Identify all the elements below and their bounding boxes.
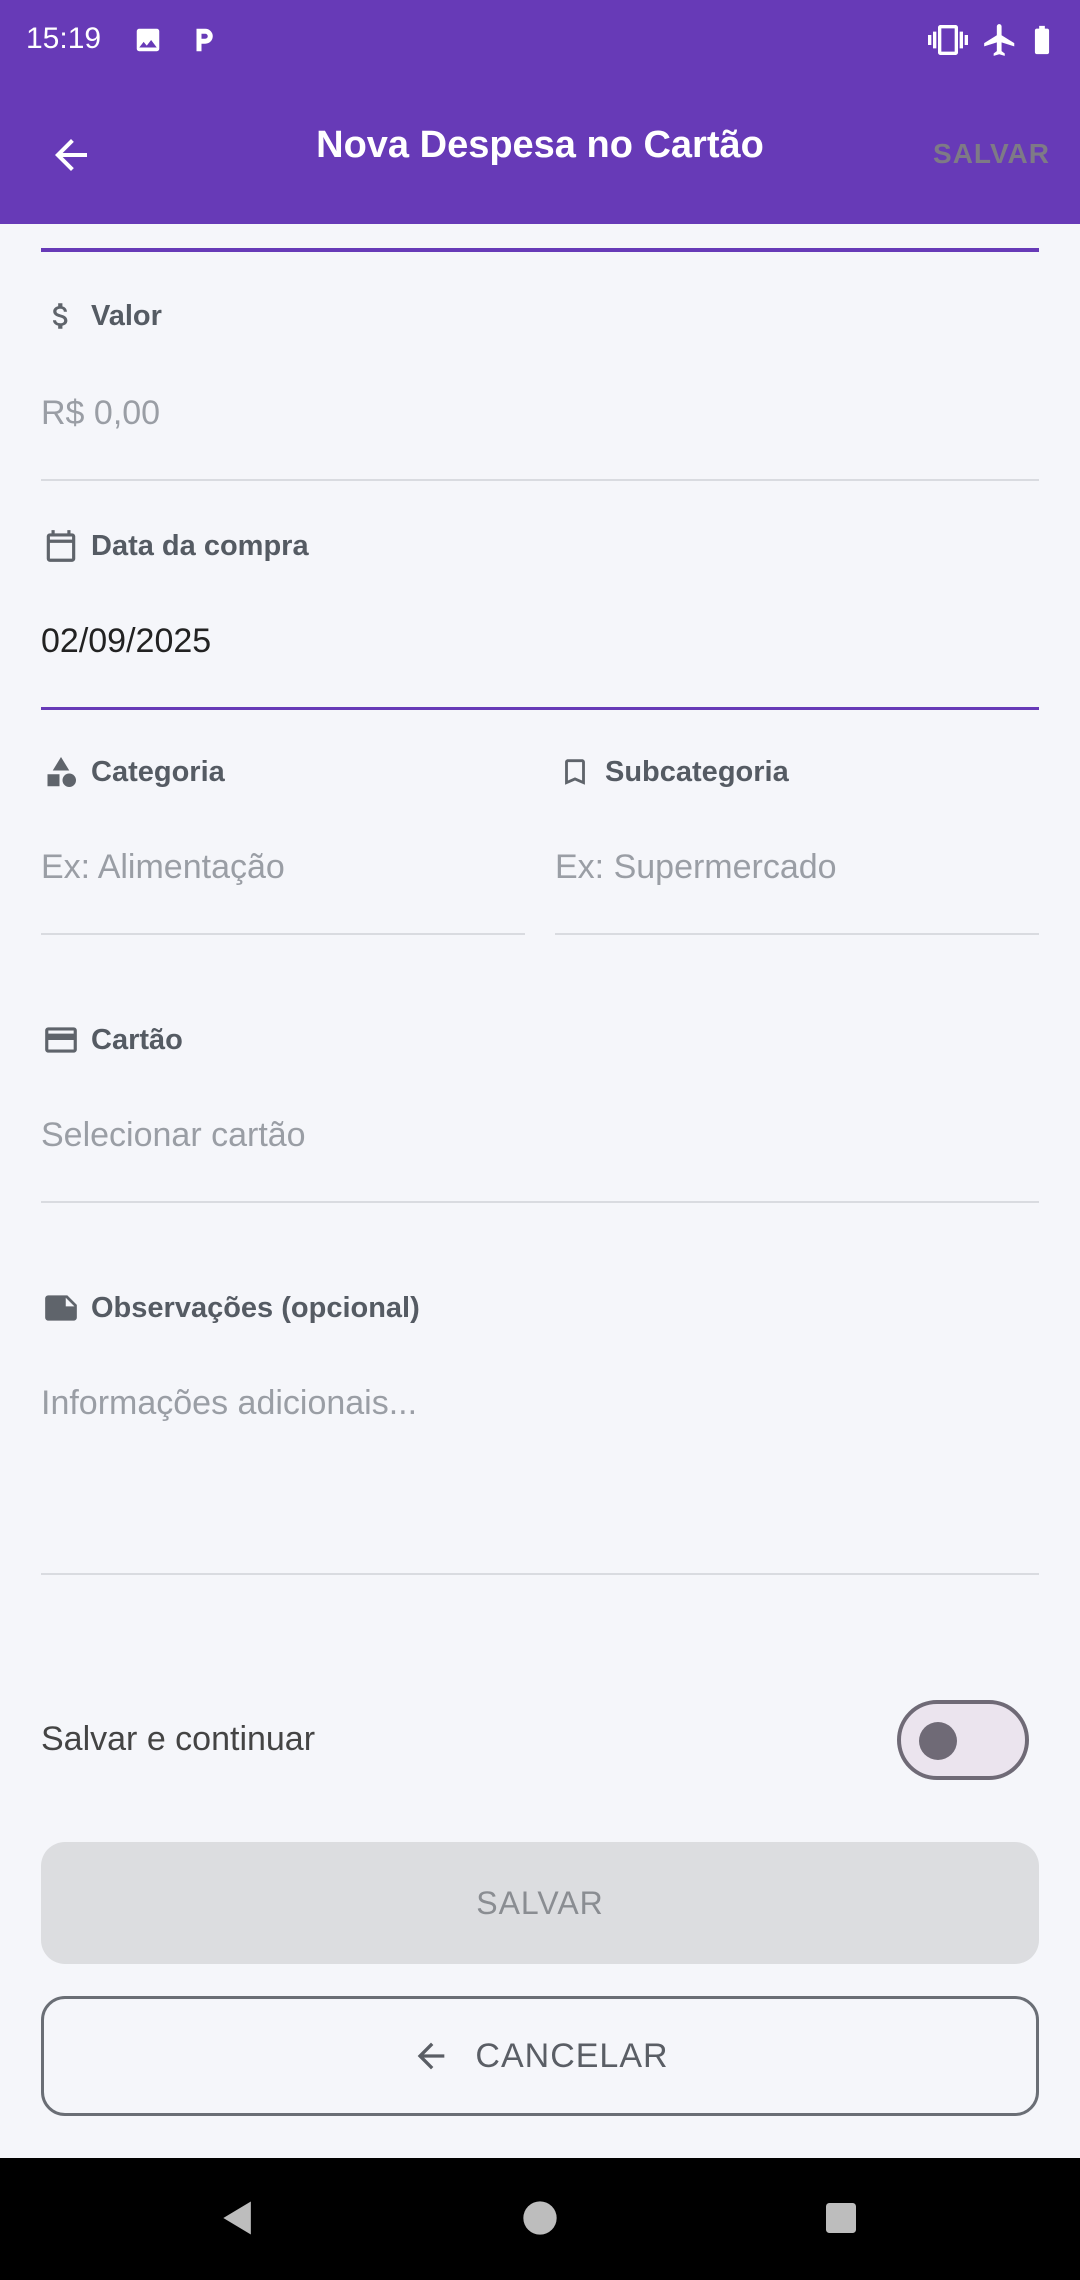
cartao-underline — [41, 1201, 1039, 1203]
page-title: Nova Despesa no Cartão — [316, 124, 764, 166]
cartao-field[interactable]: Cartão Selecionar cartão — [41, 1020, 1039, 1206]
save-continue-row: Salvar e continuar — [41, 1700, 1039, 1780]
status-bar: 15:19 — [0, 0, 1080, 80]
airplane-icon — [980, 20, 1020, 60]
note-icon — [41, 1288, 81, 1328]
observacoes-label: Observações (opcional) — [91, 1291, 420, 1324]
dollar-icon — [41, 296, 81, 336]
bookmark-icon — [555, 752, 595, 792]
valor-input[interactable]: R$ 0,00 — [41, 394, 160, 433]
subcategoria-field[interactable]: Subcategoria Ex: Supermercado — [555, 752, 1039, 938]
data-compra-underline — [41, 707, 1039, 710]
data-compra-field[interactable]: Data da compra 02/09/2025 — [41, 526, 1039, 712]
categoria-label: Categoria — [91, 755, 225, 788]
toggle-knob — [919, 1722, 957, 1760]
cartao-label: Cartão — [91, 1023, 183, 1056]
battery-icon — [1022, 20, 1062, 60]
app-bar: Nova Despesa no Cartão SALVAR — [0, 80, 1080, 224]
subcategoria-underline — [555, 933, 1039, 935]
data-compra-label: Data da compra — [91, 529, 309, 562]
vibrate-icon — [928, 20, 968, 60]
categoria-input[interactable]: Ex: Alimentação — [41, 848, 285, 887]
nav-recents-icon[interactable] — [811, 2188, 871, 2248]
data-compra-input[interactable]: 02/09/2025 — [41, 622, 211, 661]
save-button[interactable]: SALVAR — [41, 1842, 1039, 1964]
cartao-select[interactable]: Selecionar cartão — [41, 1116, 306, 1155]
observacoes-underline — [41, 1573, 1039, 1575]
nav-home-icon[interactable] — [510, 2188, 570, 2248]
valor-underline — [41, 479, 1039, 481]
categoria-field[interactable]: Categoria Ex: Alimentação — [41, 752, 525, 938]
valor-label: Valor — [91, 299, 162, 332]
subcategoria-label: Subcategoria — [605, 755, 789, 788]
subcategoria-input[interactable]: Ex: Supermercado — [555, 848, 837, 887]
shapes-icon — [41, 752, 81, 792]
arrow-back-icon — [411, 2036, 451, 2076]
nav-back-icon[interactable] — [208, 2188, 268, 2248]
cancel-button[interactable]: CANCELAR — [41, 1996, 1039, 2116]
system-nav-bar — [0, 2158, 1080, 2280]
top-divider — [41, 248, 1039, 252]
observacoes-field[interactable]: Observações (opcional) Informações adici… — [41, 1288, 1039, 1578]
cancel-label: CANCELAR — [475, 2036, 669, 2075]
calendar-icon — [41, 526, 81, 566]
save-continue-toggle[interactable] — [897, 1700, 1029, 1780]
credit-card-icon — [41, 1020, 81, 1060]
gallery-icon — [128, 20, 168, 60]
appbar-save-button[interactable]: SALVAR — [933, 138, 1050, 170]
observacoes-textarea[interactable]: Informações adicionais... — [41, 1384, 417, 1423]
p-app-icon — [184, 20, 224, 60]
save-continue-label: Salvar e continuar — [41, 1720, 316, 1758]
valor-field[interactable]: Valor R$ 0,00 — [41, 296, 1039, 482]
categoria-underline — [41, 933, 525, 935]
status-time: 15:19 — [26, 22, 102, 55]
